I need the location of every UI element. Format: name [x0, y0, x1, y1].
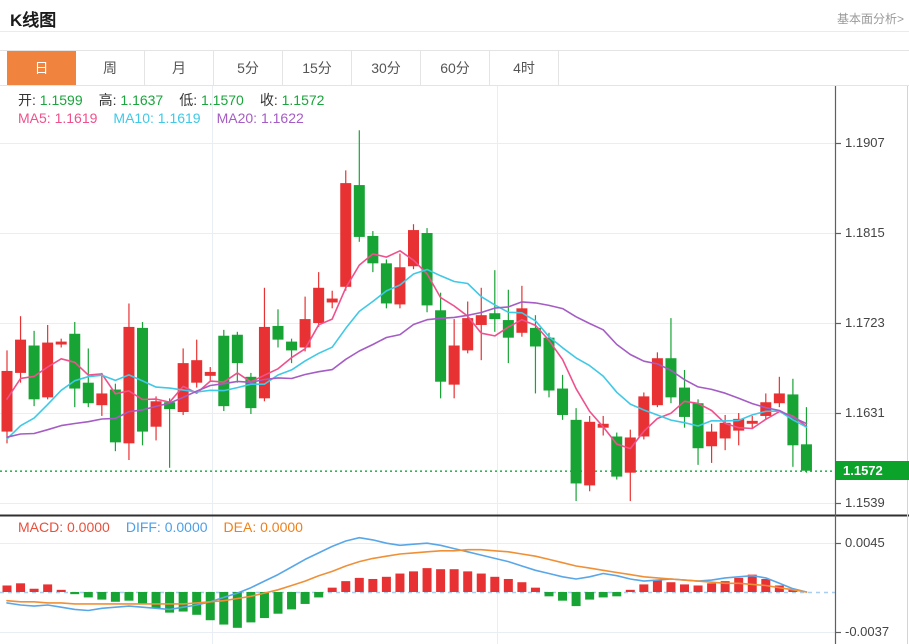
readout-item: DEA: 0.0000	[224, 519, 303, 535]
kline-page: K线图 基本面分析> 日周月5分15分30分60分4时 开: 1.1599高: …	[0, 0, 909, 644]
readout-item: 收: 1.1572	[260, 92, 325, 108]
macd-readout: MACD: 0.0000 DIFF: 0.0000 DEA: 0.0000	[18, 519, 319, 535]
price-axis-label: 1.1815	[845, 225, 907, 240]
macd-axis-label: 0.0045	[845, 535, 907, 550]
macd-axis-label: -0.0037	[845, 624, 907, 639]
ohlc-readout: 开: 1.1599 高: 1.1637 低: 1.1570 收: 1.1572	[18, 90, 340, 110]
current-price-badge: 1.1572	[836, 461, 909, 480]
price-axis-label: 1.1723	[845, 315, 907, 330]
price-axis-label: 1.1631	[845, 405, 907, 420]
ma-readout: MA5: 1.1619 MA10: 1.1619 MA20: 1.1622	[18, 110, 320, 126]
readout-item: 高: 1.1637	[99, 92, 164, 108]
readout-item: MA20: 1.1622	[217, 110, 304, 126]
readout-item: MACD: 0.0000	[18, 519, 110, 535]
readout-item: 低: 1.1570	[179, 92, 244, 108]
price-axis-label: 1.1539	[845, 495, 907, 510]
readout-item: MA10: 1.1619	[113, 110, 200, 126]
candlestick-layer	[2, 130, 812, 501]
macd-histogram-layer	[3, 568, 798, 628]
readout-item: DIFF: 0.0000	[126, 519, 208, 535]
readout-item: MA5: 1.1619	[18, 110, 97, 126]
readout-item: 开: 1.1599	[18, 92, 83, 108]
price-axis-label: 1.1907	[845, 135, 907, 150]
